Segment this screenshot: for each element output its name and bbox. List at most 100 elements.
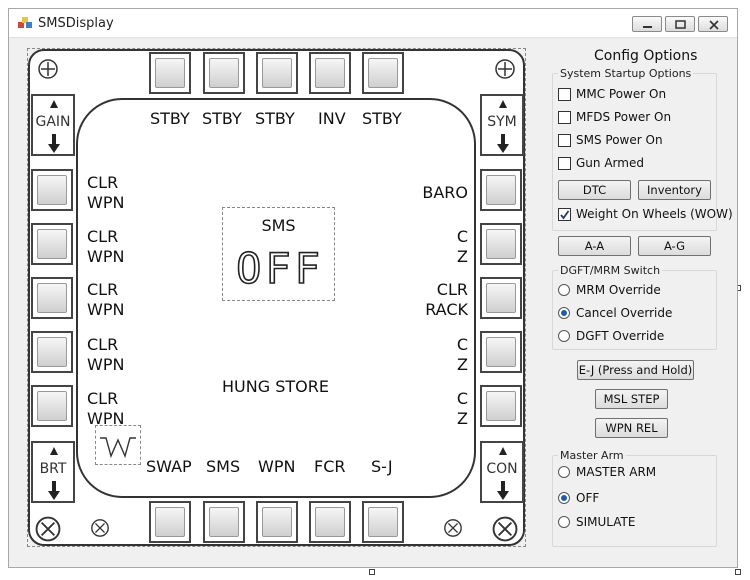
osb-left-3[interactable] bbox=[31, 277, 73, 319]
maximize-icon bbox=[675, 20, 686, 29]
simulate-label: SIMULATE bbox=[576, 515, 636, 529]
arrow-down-icon bbox=[497, 481, 509, 500]
screw-icon bbox=[91, 519, 109, 537]
minimize-icon bbox=[643, 26, 652, 28]
top-label-3: STBY bbox=[255, 109, 295, 128]
off-radio[interactable] bbox=[558, 492, 570, 504]
checkmark-icon bbox=[560, 210, 570, 220]
screw-icon bbox=[35, 516, 61, 542]
arrow-up-icon bbox=[50, 447, 58, 455]
brt-rocker[interactable]: BRT bbox=[31, 441, 75, 503]
screw-icon bbox=[38, 59, 58, 79]
master-arm-title: Master Arm bbox=[558, 449, 626, 462]
cancel-override-radio[interactable] bbox=[558, 307, 570, 319]
inventory-button[interactable]: Inventory bbox=[638, 180, 711, 200]
osb-bottom-1[interactable] bbox=[149, 501, 191, 543]
dgft-override-label: DGFT Override bbox=[576, 329, 665, 343]
osb-right-3[interactable] bbox=[480, 277, 522, 319]
osb-left-5[interactable] bbox=[31, 385, 73, 427]
mfds-power-checkbox[interactable] bbox=[558, 111, 571, 124]
osb-right-4[interactable] bbox=[480, 331, 522, 373]
dgft-override-radio[interactable] bbox=[558, 330, 570, 342]
arrow-down-icon bbox=[48, 134, 60, 153]
msl-step-button[interactable]: MSL STEP bbox=[595, 389, 668, 409]
osb-top-1[interactable] bbox=[149, 52, 191, 94]
bottom-label-4: FCR bbox=[314, 457, 346, 476]
close-button[interactable] bbox=[698, 16, 728, 32]
screw-icon bbox=[444, 519, 462, 537]
osb-top-3[interactable] bbox=[256, 52, 298, 94]
bottom-label-5: S-J bbox=[371, 457, 393, 476]
a-a-button[interactable]: A-A bbox=[558, 236, 631, 256]
sms-power-label: SMS Power On bbox=[576, 133, 663, 147]
gun-armed-label: Gun Armed bbox=[576, 156, 644, 170]
cancel-override-label: Cancel Override bbox=[576, 306, 673, 320]
arrow-down-icon bbox=[497, 134, 509, 153]
mfds-power-label: MFDS Power On bbox=[576, 110, 672, 124]
simulate-radio[interactable] bbox=[558, 516, 570, 528]
gain-label: GAIN bbox=[35, 114, 71, 130]
wow-indicator-box bbox=[95, 425, 141, 465]
osb-right-2[interactable] bbox=[480, 223, 522, 265]
osb-left-2[interactable] bbox=[31, 223, 73, 265]
osb-bottom-2[interactable] bbox=[203, 501, 245, 543]
sym-label: SYM bbox=[487, 114, 517, 130]
dtc-button[interactable]: DTC bbox=[558, 180, 631, 200]
sms-mode-text: OFF bbox=[236, 246, 324, 288]
maximize-button[interactable] bbox=[665, 16, 695, 32]
osb-bottom-3[interactable] bbox=[256, 501, 298, 543]
minimize-button[interactable] bbox=[632, 16, 662, 32]
dgft-mrm-title: DGFT/MRM Switch bbox=[558, 264, 663, 277]
sms-status-box: SMS OFF bbox=[222, 207, 335, 301]
top-label-1: STBY bbox=[150, 109, 190, 128]
osb-right-1[interactable] bbox=[480, 169, 522, 211]
master-arm-label: MASTER ARM bbox=[576, 465, 657, 479]
arrow-down-icon bbox=[48, 481, 60, 500]
e-j-button[interactable]: E-J (Press and Hold) bbox=[577, 360, 694, 380]
top-label-5: STBY bbox=[362, 109, 402, 128]
screw-icon bbox=[492, 516, 518, 542]
osb-top-5[interactable] bbox=[362, 52, 404, 94]
sms-power-checkbox[interactable] bbox=[558, 134, 571, 147]
wow-checkbox[interactable] bbox=[558, 208, 571, 221]
mmc-power-checkbox[interactable] bbox=[558, 88, 571, 101]
title-bar[interactable]: SMSDisplay bbox=[9, 9, 737, 38]
system-startup-title: System Startup Options bbox=[558, 67, 694, 80]
con-rocker[interactable]: CON bbox=[480, 441, 524, 503]
bottom-label-2: SMS bbox=[206, 457, 241, 476]
screw-icon bbox=[495, 59, 515, 79]
osb-right-5[interactable] bbox=[480, 385, 522, 427]
brt-label: BRT bbox=[39, 461, 67, 477]
wow-label: Weight On Wheels (WOW) bbox=[576, 207, 733, 221]
osb-bottom-4[interactable] bbox=[309, 501, 351, 543]
a-g-button[interactable]: A-G bbox=[638, 236, 711, 256]
osb-top-4[interactable] bbox=[309, 52, 351, 94]
master-arm-radio[interactable] bbox=[558, 466, 570, 478]
arrow-up-icon bbox=[50, 100, 58, 108]
resize-handle-bottom[interactable] bbox=[369, 569, 375, 575]
gun-armed-checkbox[interactable] bbox=[558, 157, 571, 170]
sms-mode-display: OFF bbox=[235, 246, 324, 288]
window-title: SMSDisplay bbox=[38, 16, 114, 31]
bottom-label-3: WPN bbox=[258, 457, 296, 476]
wpn-rel-button[interactable]: WPN REL bbox=[595, 418, 668, 438]
mrm-override-label: MRM Override bbox=[576, 283, 661, 297]
sms-title: SMS bbox=[261, 216, 296, 235]
gain-rocker[interactable]: GAIN bbox=[31, 94, 75, 156]
config-options-title: Config Options bbox=[594, 48, 698, 64]
sym-rocker[interactable]: SYM bbox=[480, 94, 524, 156]
off-label: OFF bbox=[576, 491, 600, 505]
mfd-control: GAIN SYM BRT CON STBY STBY STBY INV STBY… bbox=[27, 48, 526, 547]
top-label-4: INV bbox=[318, 109, 346, 128]
bottom-label-1: SWAP bbox=[146, 457, 192, 476]
top-label-2: STBY bbox=[202, 109, 242, 128]
osb-left-1[interactable] bbox=[31, 169, 73, 211]
osb-left-4[interactable] bbox=[31, 331, 73, 373]
arrow-up-icon bbox=[499, 100, 507, 108]
resize-handle-corner[interactable] bbox=[735, 569, 741, 575]
osb-top-2[interactable] bbox=[203, 52, 245, 94]
arrow-up-icon bbox=[499, 447, 507, 455]
mrm-override-radio[interactable] bbox=[558, 284, 570, 296]
osb-bottom-5[interactable] bbox=[362, 501, 404, 543]
close-icon bbox=[709, 20, 719, 30]
